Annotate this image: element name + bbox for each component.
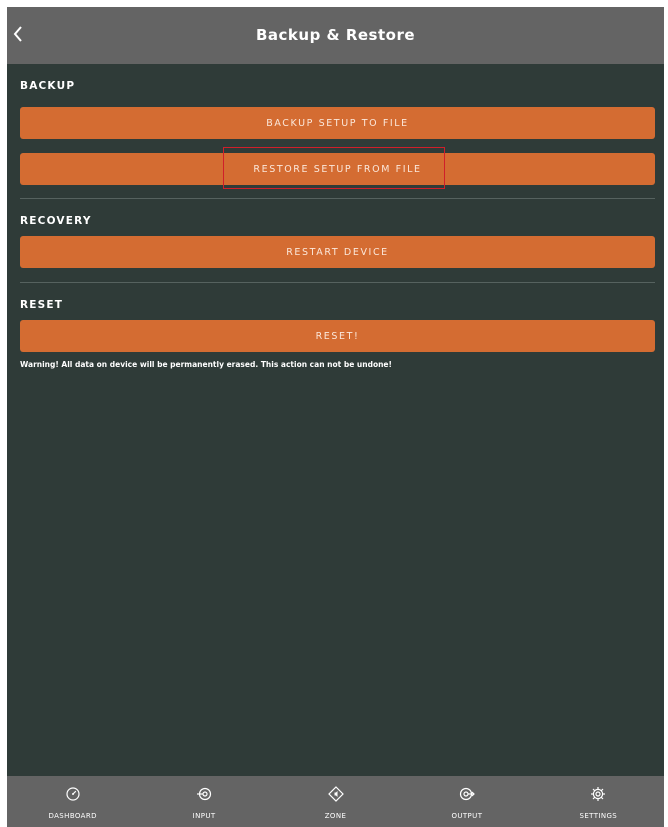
section-title-recovery: RECOVERY	[20, 215, 92, 227]
gear-icon	[591, 787, 606, 801]
divider	[20, 198, 655, 199]
output-icon	[459, 787, 475, 801]
gauge-icon	[66, 787, 80, 801]
bottom-nav: DASHBOARD INPUT ZONE OUTPUT SETTINGS	[7, 776, 664, 827]
input-icon	[197, 787, 212, 801]
page-title: Backup & Restore	[255, 26, 416, 44]
app-frame: Backup & Restore BACKUP BACKUP SETUP TO …	[7, 7, 664, 827]
section-title-backup: BACKUP	[20, 80, 76, 92]
restore-setup-button[interactable]: RESTORE SETUP FROM FILE	[20, 153, 655, 185]
nav-item-input[interactable]: INPUT	[138, 776, 269, 827]
nav-item-zone[interactable]: ZONE	[270, 776, 401, 827]
nav-label-dashboard: DASHBOARD	[48, 812, 97, 820]
nav-label-settings: SETTINGS	[579, 812, 618, 820]
nav-label-input: INPUT	[192, 812, 216, 820]
header-bar: Backup & Restore	[7, 7, 664, 64]
restart-device-button[interactable]: RESTART DEVICE	[20, 236, 655, 268]
reset-button[interactable]: RESET!	[20, 320, 655, 352]
chevron-left-icon	[13, 26, 22, 42]
zone-icon	[327, 786, 344, 802]
nav-item-dashboard[interactable]: DASHBOARD	[7, 776, 138, 827]
divider	[20, 282, 655, 283]
nav-item-settings[interactable]: SETTINGS	[533, 776, 664, 827]
nav-label-zone: ZONE	[324, 812, 347, 820]
section-title-reset: RESET	[20, 299, 64, 311]
reset-warning-text: Warning! All data on device will be perm…	[20, 360, 392, 369]
nav-item-output[interactable]: OUTPUT	[401, 776, 532, 827]
backup-setup-button[interactable]: BACKUP SETUP TO FILE	[20, 107, 655, 139]
nav-label-output: OUTPUT	[451, 812, 483, 820]
back-button[interactable]	[7, 19, 29, 49]
